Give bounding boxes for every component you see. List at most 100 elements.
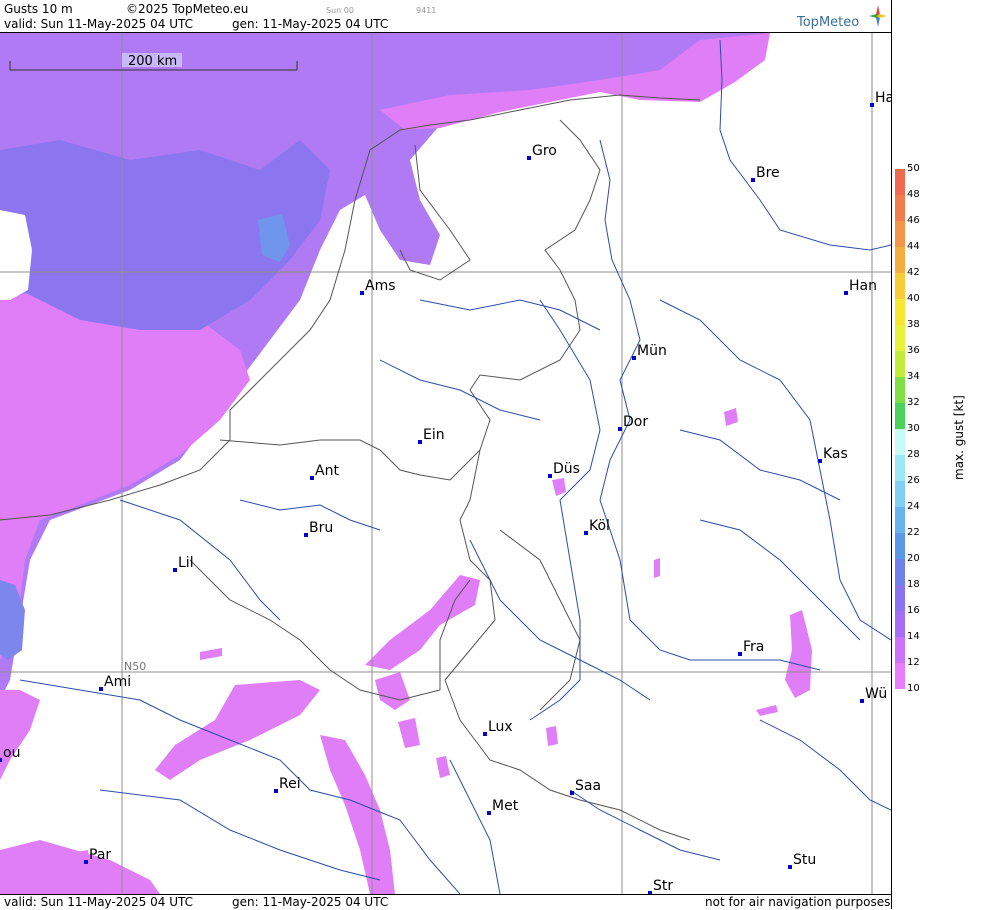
legend-swatch [895, 481, 905, 507]
city-marker: ou [0, 745, 20, 762]
city-label: ou [3, 745, 20, 761]
city-marker: Stu [788, 852, 816, 869]
city-label: Ami [104, 674, 131, 690]
legend-tick-label: 30 [907, 423, 920, 434]
legend-tick-label: 36 [907, 345, 920, 356]
city-marker: Köl [584, 518, 610, 535]
legend-tick-label: 26 [907, 475, 920, 486]
city-marker: Ha [870, 90, 891, 107]
legend-color-bar [895, 169, 905, 689]
legend-swatch [895, 169, 905, 195]
city-marker: Rei [274, 776, 301, 793]
city-marker: Ami [99, 674, 131, 691]
city-dot [0, 758, 2, 762]
city-label: Düs [553, 461, 580, 477]
city-marker: Düs [548, 461, 580, 478]
topmeteo-logo: TopMeteo [797, 5, 887, 31]
legend-tick-label: 40 [907, 293, 920, 304]
gust-legend: 50 48 46 44 42 40 38 36 34 32 30 28 26 24 22 20 18 16 14 12… [891, 0, 983, 909]
city-dot [274, 789, 278, 793]
city-label: Ams [365, 278, 396, 294]
footer-valid-time: valid: Sun 11-May-2025 04 UTC [4, 895, 193, 909]
city-dot [483, 732, 487, 736]
city-label: Lux [488, 719, 513, 735]
legend-tick-label: 48 [907, 189, 920, 200]
city-dot [844, 291, 848, 295]
city-dot [738, 652, 742, 656]
gust-map[interactable]: 200 km N50 Ha Gro Bre Ams Han Mün Dor Ein Düs Kas… [0, 33, 891, 894]
city-dot [618, 427, 622, 431]
city-marker: Lil [173, 555, 194, 572]
city-marker: Lux [483, 719, 513, 736]
legend-swatch [895, 221, 905, 247]
city-marker: Met [487, 798, 519, 815]
legend-tick-label: 28 [907, 449, 920, 460]
legend-tick-label: 34 [907, 371, 920, 382]
city-label: Met [492, 798, 519, 814]
city-label: Kas [823, 446, 848, 462]
footer-disclaimer: not for air navigation purposes [705, 895, 891, 909]
city-dot [304, 533, 308, 537]
legend-tick-label: 32 [907, 397, 920, 408]
legend-tick-label: 12 [907, 657, 920, 668]
legend-swatch [895, 299, 905, 325]
valid-time: valid: Sun 11-May-2025 04 UTC [4, 17, 193, 31]
city-label: Dor [623, 414, 648, 430]
city-dot [360, 291, 364, 295]
legend-swatch [895, 611, 905, 637]
legend-tick-label: 18 [907, 579, 920, 590]
city-label: Mün [637, 343, 667, 359]
gen-time: gen: 11-May-2025 04 UTC [232, 17, 389, 31]
legend-swatch [895, 377, 905, 403]
city-dot [487, 811, 491, 815]
product-title: Gusts 10 m [4, 2, 73, 16]
copyright: ©2025 TopMeteo.eu [126, 2, 249, 16]
city-label: Ha [875, 90, 891, 106]
city-dot [418, 440, 422, 444]
city-dot [751, 178, 755, 182]
city-label: Bru [309, 520, 333, 536]
legend-swatch [895, 507, 905, 533]
legend-tick-label: 44 [907, 241, 920, 252]
legend-swatch [895, 429, 905, 455]
legend-swatch [895, 455, 905, 481]
city-dot [173, 568, 177, 572]
legend-swatch [895, 247, 905, 273]
legend-title: max. gust [kt] [952, 395, 966, 480]
run-label: Sun 00 [326, 6, 354, 15]
city-marker: Ant [310, 463, 339, 480]
legend-tick-label: 16 [907, 605, 920, 616]
city-marker: Kas [818, 446, 848, 463]
city-label: Köl [589, 518, 610, 534]
compass-icon [869, 5, 887, 27]
city-marker: Bre [751, 165, 780, 182]
city-dot [584, 531, 588, 535]
city-marker: Saa [570, 778, 601, 795]
city-label: Wü [865, 686, 887, 702]
latitude-label: N50 [124, 660, 146, 673]
legend-swatch [895, 533, 905, 559]
city-dot [870, 103, 874, 107]
city-label: Ant [315, 463, 339, 479]
code-label: 9411 [416, 6, 437, 15]
legend-tick-label: 20 [907, 553, 920, 564]
city-marker: Han [844, 278, 877, 295]
city-marker: Str [648, 878, 673, 894]
city-label: Han [849, 278, 877, 294]
logo-text: TopMeteo [797, 15, 860, 30]
legend-swatch [895, 351, 905, 377]
city-marker: Ein [418, 427, 445, 444]
scale-label: 200 km [128, 54, 177, 69]
legend-tick-label: 24 [907, 501, 920, 512]
map-header: Gusts 10 m ©2025 TopMeteo.eu Sun 00 9411… [0, 0, 891, 33]
city-marker: Wü [860, 686, 887, 703]
city-dot [99, 687, 103, 691]
city-dot [788, 865, 792, 869]
city-label: Fra [743, 639, 764, 655]
city-marker: Mün [632, 343, 667, 360]
city-label: Str [653, 878, 673, 894]
legend-swatch [895, 663, 905, 689]
legend-swatch [895, 637, 905, 663]
city-label: Gro [532, 143, 557, 159]
city-marker: Fra [738, 639, 764, 656]
